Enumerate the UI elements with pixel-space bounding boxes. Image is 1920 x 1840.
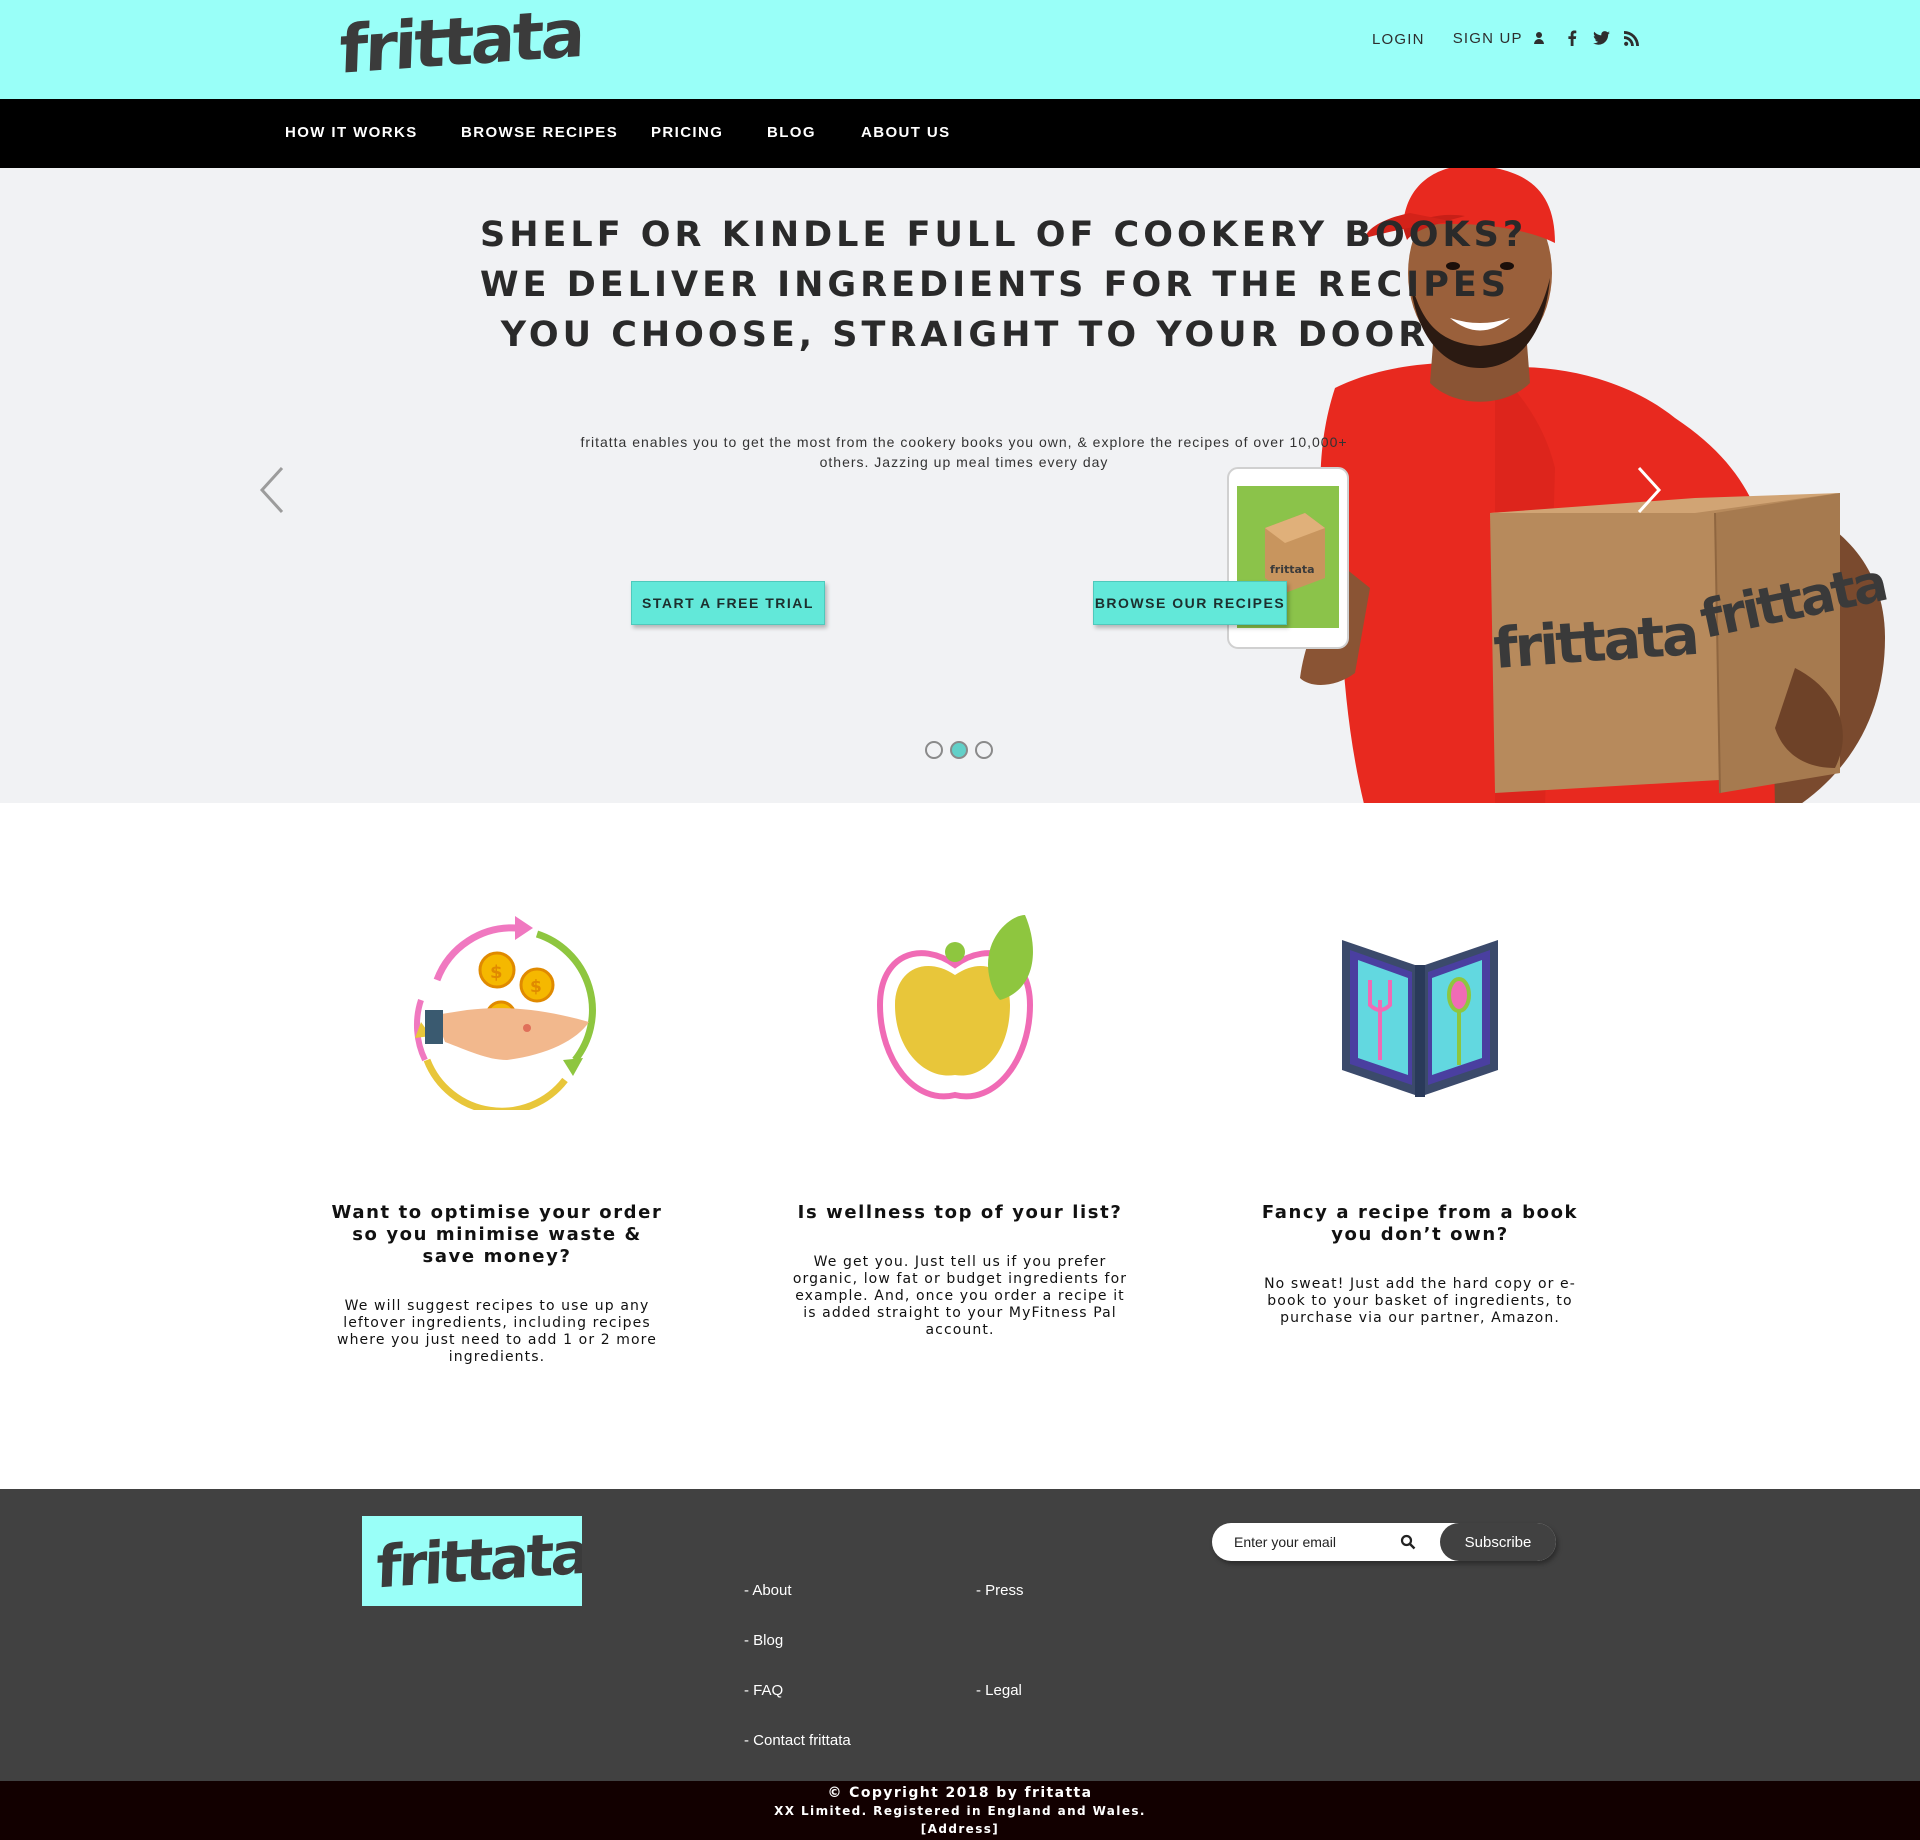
subscribe-button[interactable]: Subscribe (1440, 1523, 1556, 1561)
account-links: LOGIN SIGN UP (1372, 28, 1639, 48)
facebook-icon[interactable] (1567, 30, 1577, 46)
carousel-dots (925, 741, 993, 759)
money-hand-icon: $ $ (413, 916, 596, 1115)
footer-link-contact[interactable]: - Contact frittata (744, 1732, 851, 1749)
apple-icon (876, 915, 1034, 1100)
carousel-dot-2[interactable] (950, 741, 968, 759)
hero-carousel: frittata frittata frittata SHELF OR KIND… (0, 168, 1920, 803)
company-address: [Address] (920, 1822, 1000, 1836)
nav-blog[interactable]: BLOG (767, 124, 816, 141)
newsletter-form: Subscribe (1212, 1523, 1556, 1561)
footer-link-press[interactable]: - Press (976, 1582, 1024, 1599)
nav-about-us[interactable]: ABOUT US (861, 124, 951, 141)
carousel-next-arrow[interactable] (1627, 460, 1667, 520)
main-nav: HOW IT WORKS BROWSE RECIPES PRICING BLOG… (0, 99, 1920, 168)
start-free-trial-button[interactable]: START A FREE TRIAL (631, 581, 825, 625)
hero-title-line: YOU CHOOSE, STRAIGHT TO YOUR DOOR (500, 315, 1430, 355)
carousel-prev-arrow[interactable] (254, 460, 294, 520)
nav-pricing[interactable]: PRICING (651, 124, 723, 141)
hero-description-line: others. Jazzing up meal times every day (819, 454, 1109, 470)
svg-text:$: $ (530, 977, 542, 997)
browse-recipes-button[interactable]: BROWSE OUR RECIPES (1093, 581, 1287, 625)
feature-text: We get you. Just tell us if you prefer o… (792, 1254, 1128, 1338)
footer-link-legal[interactable]: - Legal (976, 1682, 1022, 1699)
feature-card: Fancy a recipe from a book you don’t own… (1250, 910, 1590, 1327)
footer-link-about[interactable]: - About (744, 1582, 792, 1599)
feature-title: Want to optimise your order so you minim… (331, 1202, 663, 1267)
hero-title-line: WE DELIVER INGREDIENTS FOR THE RECIPES (480, 265, 1510, 305)
carousel-dot-1[interactable] (925, 741, 943, 759)
footer: frittata - About - Press - Blog - FAQ - … (0, 1489, 1920, 1781)
carousel-dot-3[interactable] (975, 741, 993, 759)
feature-card: $ $ Want to optimise your order so you m… (327, 910, 667, 1366)
nav-browse-recipes[interactable]: BROWSE RECIPES (461, 124, 618, 141)
feature-title: Is wellness top of your list? (797, 1202, 1123, 1223)
feature-card: Is wellness top of your list? We get you… (790, 910, 1130, 1339)
feature-text: No sweat! Just add the hard copy or e-bo… (1264, 1276, 1576, 1326)
feature-title: Fancy a recipe from a book you don’t own… (1261, 1202, 1579, 1245)
top-bar: frittata LOGIN SIGN UP (0, 0, 1920, 99)
twitter-icon[interactable] (1592, 31, 1610, 45)
tablet-box-label: frittata (1270, 563, 1315, 576)
login-link[interactable]: LOGIN (1372, 31, 1425, 48)
recipe-book-icon (1342, 940, 1498, 1097)
hero-title-line: SHELF OR KINDLE FULL OF COOKERY BOOKS? (480, 215, 1528, 255)
copyright-bar: © Copyright 2018 by fritatta XX Limited.… (0, 1781, 1920, 1840)
footer-logo-text: frittata (375, 1518, 582, 1602)
company-registration: XX Limited. Registered in England and Wa… (774, 1804, 1146, 1818)
hero-description-line: fritatta enables you to get the most fro… (580, 434, 1348, 450)
copyright-text: © Copyright 2018 by fritatta (827, 1785, 1093, 1801)
svg-text:$: $ (490, 962, 503, 983)
nav-how-it-works[interactable]: HOW IT WORKS (285, 124, 418, 141)
hero-description: fritatta enables you to get the most fro… (548, 432, 1380, 472)
email-input[interactable] (1234, 1532, 1384, 1552)
signup-link[interactable]: SIGN UP (1453, 30, 1523, 47)
footer-logo[interactable]: frittata (362, 1516, 582, 1606)
feature-text: We will suggest recipes to use up any le… (337, 1298, 657, 1365)
search-icon[interactable] (1400, 1534, 1416, 1550)
user-icon[interactable] (1533, 32, 1545, 44)
rss-icon[interactable] (1623, 30, 1639, 46)
footer-link-blog[interactable]: - Blog (744, 1632, 783, 1649)
brand-logo[interactable]: frittata (338, 0, 584, 89)
hero-title: SHELF OR KINDLE FULL OF COOKERY BOOKS? W… (480, 210, 1528, 360)
footer-link-faq[interactable]: - FAQ (744, 1682, 783, 1699)
